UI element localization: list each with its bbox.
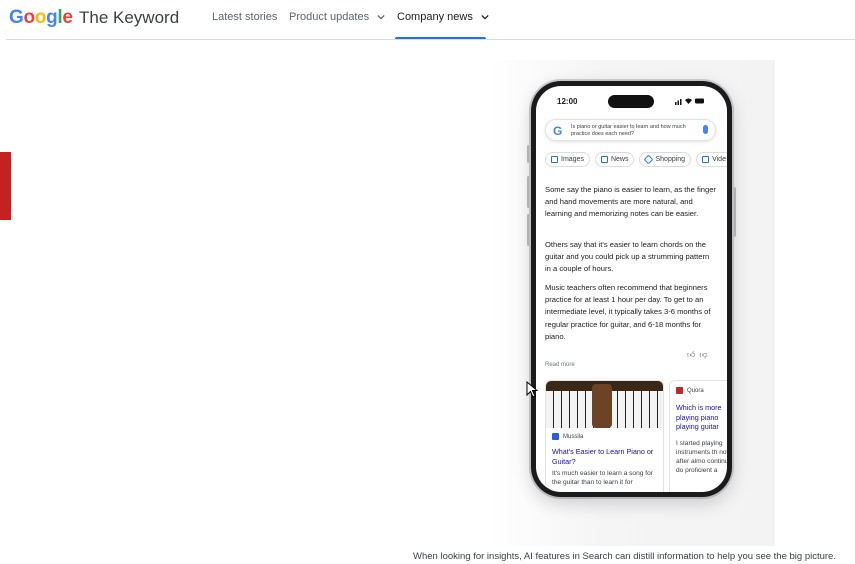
nav-product-updates[interactable]: Product updates — [289, 11, 385, 23]
chip-label: Shopping — [655, 156, 686, 163]
ai-overview-paragraph: Music teachers often recommend that begi… — [545, 283, 711, 341]
quora-logo-icon — [676, 387, 683, 394]
header-divider — [6, 39, 855, 40]
chevron-down-icon — [377, 14, 385, 20]
phone-side-button — [527, 176, 530, 208]
ai-overview-paragraph: Some say the piano is easier to learn, a… — [545, 185, 716, 219]
phone-side-button — [527, 145, 530, 163]
card-snippet: I started playing instruments th now, af… — [676, 440, 727, 474]
source-name: Mussila — [563, 433, 584, 440]
chip-videos[interactable]: Vide — [696, 152, 727, 167]
mussila-logo-icon — [552, 433, 559, 440]
nav-label: Product updates — [289, 11, 370, 23]
chip-images[interactable]: Images — [545, 152, 590, 167]
play-icon — [702, 156, 710, 163]
source-card[interactable]: Quora Which is more playing piano playin… — [669, 380, 727, 492]
tag-icon — [644, 154, 654, 165]
card-source: Quora — [676, 387, 704, 394]
search-query: Is piano or guitar easier to learn and h… — [571, 124, 686, 137]
chip-label: Vide — [712, 156, 726, 163]
card-title[interactable]: What's Easier to Learn Piano or Guitar? — [552, 447, 660, 466]
search-filter-chips: Images News Shopping Vide — [545, 152, 727, 167]
card-title[interactable]: Which is more playing piano playing guit… — [676, 403, 727, 432]
red-accent-block — [0, 152, 11, 220]
chip-label: News — [610, 156, 629, 163]
mouse-cursor-icon — [526, 381, 538, 398]
nav-latest-stories[interactable]: Latest stories — [212, 11, 277, 23]
nav-company-news[interactable]: Company news — [397, 11, 489, 23]
search-bar[interactable]: G Is piano or guitar easier to learn and… — [545, 119, 716, 141]
phone-screen: 12:00 G Is piano or guitar easier to lea… — [536, 86, 727, 492]
thumbs-down-icon[interactable]: 👎︎ — [699, 350, 711, 359]
read-more-link[interactable]: Read more — [545, 362, 575, 368]
chip-shopping[interactable]: Shopping — [639, 152, 692, 167]
nav-label: Latest stories — [212, 11, 278, 23]
news-icon — [600, 156, 608, 163]
thumbs-up-icon[interactable]: 👍︎ — [687, 350, 699, 359]
image-caption: When looking for insights, AI features i… — [413, 551, 836, 562]
phone-power-button — [733, 187, 736, 237]
nav-label: Company news — [397, 11, 473, 23]
feedback-buttons: 👍︎👎︎ — [687, 350, 712, 360]
site-title[interactable]: The Keyword — [79, 8, 179, 28]
status-time: 12:00 — [557, 97, 578, 106]
google-g-icon: G — [553, 124, 563, 138]
card-source: Mussila — [552, 433, 583, 440]
card-snippet: It's much easier to learn a song for the… — [552, 470, 653, 486]
chevron-down-icon — [481, 14, 489, 20]
microphone-icon[interactable] — [703, 125, 708, 134]
google-logo[interactable]: Google — [9, 7, 73, 29]
signal-wifi-battery-icon — [675, 98, 704, 105]
phone-side-button — [527, 214, 530, 246]
piano-guitar-image — [546, 381, 663, 428]
image-icon — [551, 156, 558, 163]
status-icons — [675, 97, 705, 107]
chip-news[interactable]: News — [594, 152, 635, 167]
dynamic-island — [608, 95, 654, 108]
chip-label: Images — [561, 156, 584, 163]
top-navigation-bar: Google The Keyword Latest stories Produc… — [0, 0, 855, 40]
source-name: Quora — [687, 387, 704, 394]
source-card[interactable]: Mussila What's Easier to Learn Piano or … — [545, 380, 664, 492]
ai-overview-paragraph: Others say that it's easier to learn cho… — [545, 240, 710, 274]
